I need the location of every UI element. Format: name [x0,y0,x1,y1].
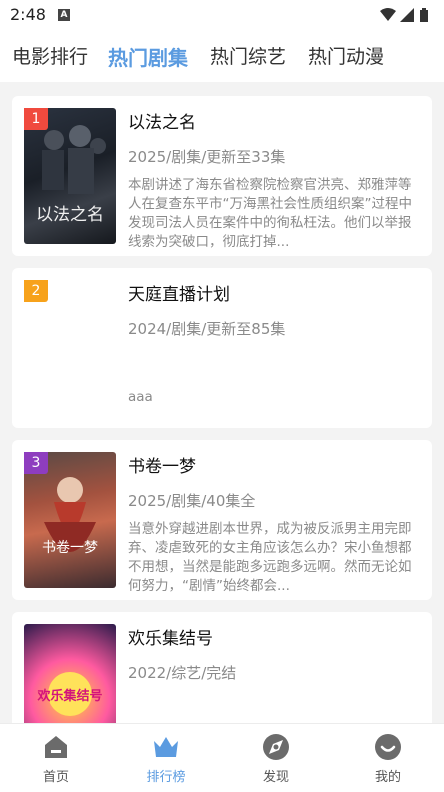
item-meta: 2022/综艺/完结 [128,664,237,682]
rank-badge: 3 [24,452,48,474]
svg-text:书卷一梦: 书卷一梦 [42,540,98,556]
nav-home[interactable]: 首页 [16,732,96,785]
category-tabs: 电影排行 热门剧集 热门综艺 热门动漫 [0,30,444,82]
battery-icon [420,8,428,22]
item-title: 欢乐集结号 [128,629,213,649]
wifi-icon [380,8,396,21]
list-item[interactable]: 书卷一梦 3 书卷一梦 2025/剧集/40集全 当意外穿越进剧本世界，成为被反… [12,440,432,600]
tab-movie-ranking[interactable]: 电影排行 [12,42,88,69]
home-icon [41,732,71,762]
nav-home-label: 首页 [42,770,69,785]
nav-discover[interactable]: 发现 [236,732,316,785]
nav-discover-label: 发现 [262,770,289,785]
item-meta: 2025/剧集/更新至33集 [128,148,286,166]
smile-icon [373,732,403,762]
nav-ranking-label: 排行榜 [146,770,186,785]
status-time: 2:48 [10,5,46,24]
nav-ranking[interactable]: 排行榜 [126,732,206,785]
item-description: 当意外穿越进剧本世界，成为被反派男主用完即弃、凌虐致死的女主角应该怎么办？宋小鱼… [128,521,412,594]
nav-mine-label: 我的 [374,770,401,785]
signal-icon [400,8,414,22]
rank-badge: 1 [24,108,48,130]
item-title: 以法之名 [128,113,196,133]
nav-mine[interactable]: 我的 [348,732,428,785]
rank-badge: 2 [24,280,48,302]
list-item[interactable]: 以法之名 1 以法之名 2025/剧集/更新至33集 本剧讲述了海东省检察院检察… [12,96,432,256]
poster-image: 欢乐集结号 [24,624,116,723]
crown-icon [151,732,181,762]
svg-text:欢乐集结号: 欢乐集结号 [36,688,102,704]
ranking-list: 以法之名 1 以法之名 2025/剧集/更新至33集 本剧讲述了海东省检察院检察… [0,82,444,723]
item-title: 书卷一梦 [128,457,196,477]
tab-hot-series[interactable]: 热门剧集 [108,42,188,71]
bottom-navigation: 首页 排行榜 发现 我的 [0,723,444,792]
tab-hot-variety[interactable]: 热门综艺 [210,42,286,69]
status-icons [378,7,434,23]
item-title: 天庭直播计划 [128,285,230,305]
item-description: 本剧讲述了海东省检察院检察官洪亮、郑雅萍等人在复查东平市“万海黑社会性质组织案”… [128,177,412,250]
list-item[interactable]: 2 天庭直播计划 2024/剧集/更新至85集 aaa [12,268,432,428]
svg-text:以法之名: 以法之名 [36,205,104,225]
notification-icon: A [58,9,70,21]
compass-icon [261,732,291,762]
tab-hot-anime[interactable]: 热门动漫 [308,42,384,69]
item-meta: 2024/剧集/更新至85集 [128,320,286,338]
item-meta: 2025/剧集/40集全 [128,492,256,510]
item-description: aaa [128,389,153,405]
list-item[interactable]: 欢乐集结号 欢乐集结号 2022/综艺/完结 [12,612,432,723]
status-bar: 2:48 A [0,0,444,30]
